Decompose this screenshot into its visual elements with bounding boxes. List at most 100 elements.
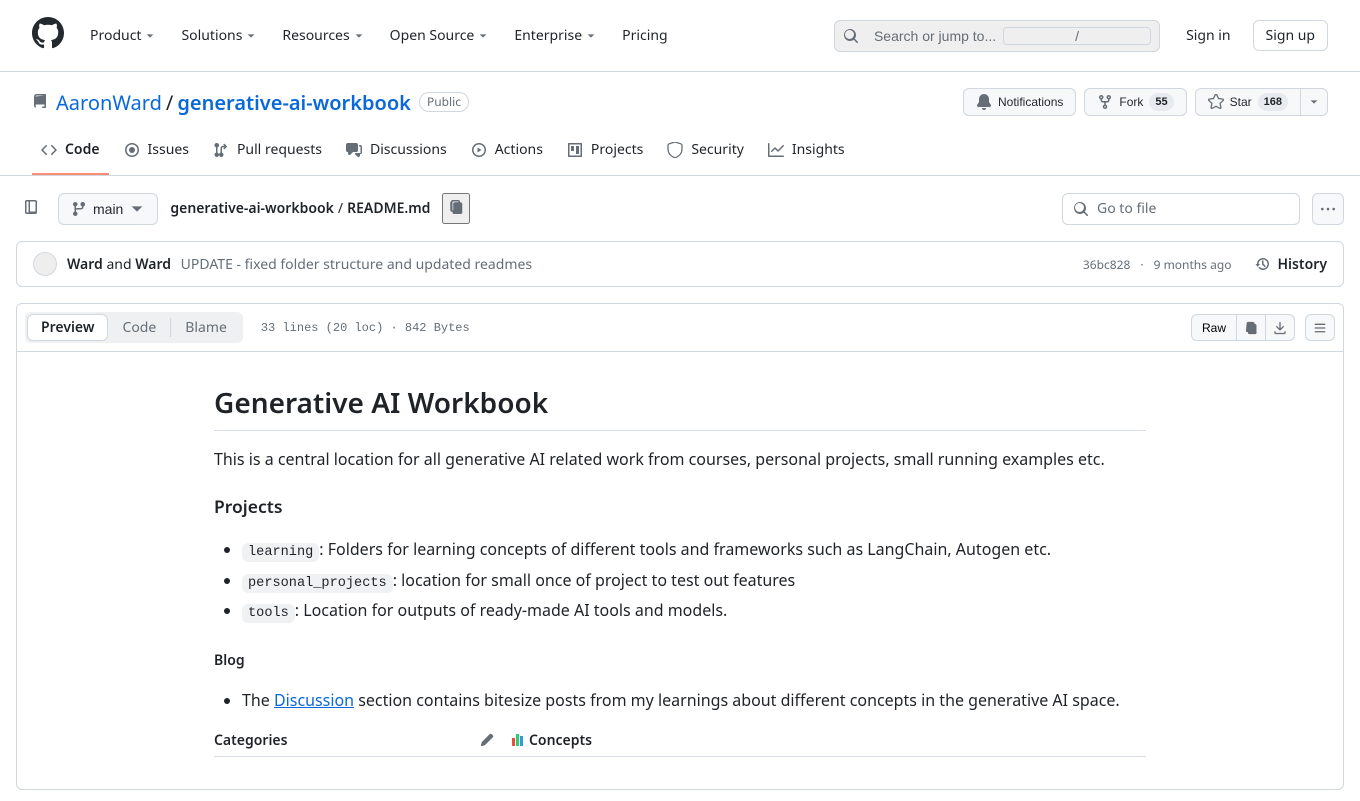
discussion-icon	[346, 142, 362, 158]
global-header: Product Solutions Resources Open Source …	[0, 0, 1360, 72]
pencil-icon	[480, 733, 494, 747]
tab-projects[interactable]: Projects	[558, 132, 652, 175]
tab-security[interactable]: Security	[658, 132, 753, 175]
actions-icon	[471, 142, 487, 158]
history-link[interactable]: History	[1255, 255, 1327, 274]
go-to-file-input[interactable]: Go to file	[1062, 193, 1300, 225]
projects-heading: Projects	[214, 495, 1146, 519]
search-input[interactable]: Search or jump to... /	[834, 20, 1160, 52]
tab-code[interactable]: Code	[32, 132, 109, 175]
commit-author-1[interactable]: Ward	[67, 255, 103, 274]
download-icon	[1273, 321, 1287, 335]
primary-nav: Product Solutions Resources Open Source …	[80, 20, 678, 51]
blog-heading: Blog	[214, 651, 1146, 670]
categories-header: Categories	[214, 731, 288, 750]
repo-owner-link[interactable]: AaronWard	[56, 89, 162, 116]
star-count: 168	[1258, 93, 1288, 111]
tab-actions[interactable]: Actions	[462, 132, 552, 175]
kebab-icon	[1321, 201, 1335, 217]
breadcrumb-root[interactable]: generative-ai-workbook	[170, 199, 334, 218]
bell-icon	[976, 94, 992, 110]
sign-in-link[interactable]: Sign in	[1176, 21, 1240, 50]
commit-sha[interactable]: 36bc828	[1083, 256, 1130, 273]
nav-open-source[interactable]: Open Source	[380, 20, 499, 51]
repo-tabs: Code Issues Pull requests Discussions Ac…	[0, 132, 1360, 176]
nav-pricing[interactable]: Pricing	[612, 20, 677, 51]
copy-icon	[1244, 321, 1258, 335]
star-dropdown[interactable]	[1301, 88, 1328, 116]
tab-pull-requests[interactable]: Pull requests	[204, 132, 331, 175]
concepts-header: Concepts	[529, 731, 592, 750]
shield-icon	[667, 142, 683, 158]
fork-icon	[1097, 94, 1113, 110]
side-panel-toggle[interactable]	[16, 192, 46, 225]
sign-up-button[interactable]: Sign up	[1253, 20, 1328, 51]
copy-raw-button[interactable]	[1237, 314, 1266, 341]
projects-list: learning: Folders for learning concepts …	[214, 535, 1146, 626]
download-button[interactable]	[1266, 314, 1295, 341]
issues-icon	[124, 142, 140, 158]
more-options-button[interactable]	[1312, 193, 1344, 225]
tab-issues[interactable]: Issues	[115, 132, 198, 175]
github-logo-icon	[32, 17, 64, 49]
outline-button[interactable]	[1305, 314, 1335, 341]
blame-tab[interactable]: Blame	[171, 314, 241, 341]
nav-solutions[interactable]: Solutions	[171, 20, 266, 51]
list-item: learning: Folders for learning concepts …	[242, 535, 1146, 565]
latest-commit: Ward and Ward UPDATE - fixed folder stru…	[16, 241, 1344, 287]
chevron-down-icon	[1309, 97, 1319, 107]
commit-message[interactable]: UPDATE - fixed folder structure and upda…	[181, 255, 532, 274]
repo-icon	[32, 94, 48, 110]
chevron-down-icon	[246, 31, 256, 41]
star-button[interactable]: Star 168	[1195, 88, 1301, 116]
github-logo-link[interactable]	[16, 17, 80, 54]
search-placeholder: Search or jump to...	[867, 28, 1003, 44]
bar-chart-icon	[512, 734, 523, 746]
slash-key-hint: /	[1003, 27, 1151, 45]
branch-icon	[71, 201, 87, 217]
repo-path: AaronWard / generative-ai-workbook	[56, 89, 411, 116]
copy-icon	[448, 199, 464, 215]
star-icon	[1208, 94, 1224, 110]
nav-product[interactable]: Product	[80, 20, 165, 51]
chevron-down-icon	[586, 31, 596, 41]
code-tab[interactable]: Code	[108, 314, 170, 341]
commit-author-2[interactable]: Ward	[135, 255, 171, 274]
search-icon	[1073, 201, 1089, 217]
fork-button[interactable]: Fork 55	[1084, 88, 1186, 116]
tab-discussions[interactable]: Discussions	[337, 132, 456, 175]
fork-count: 55	[1149, 93, 1173, 111]
visibility-badge: Public	[419, 92, 469, 112]
nav-resources[interactable]: Resources	[272, 20, 373, 51]
view-mode-tabs: Preview Code Blame	[25, 312, 243, 343]
search-icon	[843, 28, 859, 44]
blog-list: The Discussion section contains bitesize…	[214, 686, 1146, 715]
history-icon	[1255, 256, 1271, 272]
raw-button[interactable]: Raw	[1191, 314, 1237, 341]
repo-name-link[interactable]: generative-ai-workbook	[177, 89, 411, 116]
readme-content: Generative AI Workbook This is a central…	[174, 352, 1186, 789]
notifications-button[interactable]: Notifications	[963, 88, 1076, 116]
file-toolbar: Preview Code Blame 33 lines (20 loc) · 8…	[17, 304, 1343, 352]
embedded-table-header: Categories Concepts	[214, 731, 1146, 757]
nav-enterprise[interactable]: Enterprise	[504, 20, 606, 51]
list-item: The Discussion section contains bitesize…	[242, 686, 1146, 715]
breadcrumb: generative-ai-workbook / README.md	[170, 199, 430, 218]
branch-select-button[interactable]: main	[58, 193, 158, 225]
avatar	[33, 252, 57, 276]
chevron-down-icon	[145, 31, 155, 41]
preview-tab[interactable]: Preview	[27, 314, 108, 341]
code-icon	[41, 142, 57, 158]
readme-intro: This is a central location for all gener…	[214, 447, 1146, 471]
repo-actions: Notifications Fork 55 Star 168	[963, 88, 1328, 116]
pr-icon	[213, 142, 229, 158]
list-item: personal_projects: location for small on…	[242, 566, 1146, 596]
file-info: 33 lines (20 loc) · 842 Bytes	[261, 321, 470, 335]
tab-insights[interactable]: Insights	[759, 132, 854, 175]
list-item: tools: Location for outputs of ready-mad…	[242, 596, 1146, 626]
list-icon	[1313, 321, 1327, 335]
discussion-link[interactable]: Discussion	[274, 689, 354, 711]
projects-icon	[567, 142, 583, 158]
copy-path-button[interactable]	[442, 193, 470, 224]
graph-icon	[768, 142, 784, 158]
